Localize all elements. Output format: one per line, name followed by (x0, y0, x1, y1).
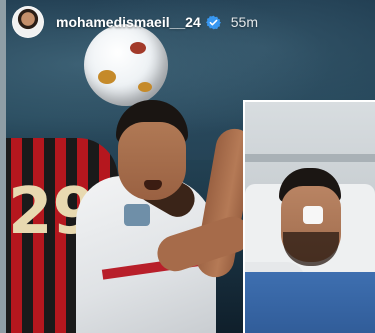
hospital-gown (245, 272, 375, 333)
story-viewer[interactable]: 29 mohamedismaeil__24 55m (0, 0, 375, 333)
player-mouth (144, 180, 162, 190)
username[interactable]: mohamedismaeil__24 (56, 14, 201, 30)
jersey-number: 29 (8, 175, 98, 249)
ball-patch (98, 70, 116, 84)
ball-patch (138, 82, 152, 92)
jersey-crest (124, 204, 150, 226)
verified-badge-icon (205, 15, 221, 30)
post-timestamp: 55m (230, 14, 258, 30)
nose-bandage (303, 206, 323, 224)
wall-shelf (245, 154, 375, 162)
hospital-inset-photo (243, 100, 375, 333)
profile-avatar[interactable] (12, 6, 44, 38)
story-header: mohamedismaeil__24 55m (0, 0, 375, 44)
